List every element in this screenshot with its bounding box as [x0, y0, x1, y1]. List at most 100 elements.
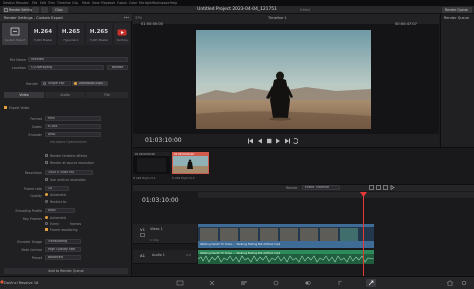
menu-item[interactable]: Color	[129, 1, 137, 5]
playhead-handle[interactable]	[360, 192, 367, 197]
media-page-icon[interactable]	[176, 280, 184, 286]
restrict-to-label: Restrict to	[50, 200, 67, 204]
menu-item[interactable]: Workspace	[152, 1, 169, 5]
single-clip-toggle[interactable]: Single clip	[41, 80, 71, 86]
encoder-usage-label: Encoder Usage	[17, 239, 42, 244]
render-settings-button[interactable]: Render Settings	[3, 7, 34, 13]
menu-item[interactable]: View	[92, 1, 100, 5]
preset-select[interactable]: Balanced	[45, 255, 81, 260]
clips-button[interactable]: Clips	[52, 7, 68, 13]
preset-h264-master[interactable]: H.264 H.264 Master	[30, 23, 56, 45]
track-id: A1	[140, 253, 146, 258]
edit-page-icon[interactable]	[240, 280, 248, 286]
zoom-level[interactable]: 37%	[135, 16, 142, 20]
codec-select[interactable]: H.264	[45, 124, 101, 129]
fairlight-page-icon[interactable]	[336, 280, 344, 286]
deliver-page-icon[interactable]	[366, 279, 376, 287]
location-label: Location	[12, 65, 26, 70]
quality-automatic-radio[interactable]	[45, 193, 48, 196]
preset-codec: H.264	[33, 29, 53, 35]
menu-item[interactable]: Fusion	[117, 1, 127, 5]
transport-controls[interactable]	[248, 138, 298, 144]
render-range-select[interactable]: Entire Timeline	[302, 185, 340, 190]
playhead[interactable]	[363, 192, 364, 276]
viewer-timecode: 01:03:10:00	[145, 137, 182, 144]
source-resolution-checkbox[interactable]	[45, 161, 48, 164]
video-frame[interactable]	[196, 30, 371, 129]
individual-clips-toggle[interactable]: Individual clips	[72, 80, 108, 86]
fusion-page-icon[interactable]	[272, 280, 280, 286]
rate-control-select[interactable]: High Quality VBR	[45, 247, 81, 252]
menu-item[interactable]: Trim	[48, 1, 55, 5]
render-settings-panel	[0, 14, 132, 276]
preset-youtube[interactable]: YouTube	[114, 23, 130, 45]
quality-automatic-label: Automatic	[50, 193, 67, 197]
tab-audio[interactable]: Audio	[45, 92, 85, 98]
file-name-input[interactable]: Untitled	[28, 57, 128, 62]
preset-h265-master[interactable]: H.265 H.265 Master	[86, 23, 112, 45]
clip-label: H.264 High L5.2	[172, 176, 195, 180]
resolution-select[interactable]: 1920 x 1080 HD	[45, 170, 93, 175]
preset-hyperdeck[interactable]: H.265 Hyperdeck	[58, 23, 84, 45]
keyframes-every-radio[interactable]	[45, 222, 48, 225]
timeline-tools[interactable]	[369, 185, 395, 190]
menu-item[interactable]: Fairlight	[139, 1, 152, 5]
timeline-ruler[interactable]	[198, 192, 474, 198]
audio-clip-name: Walking Death TV Video ... Walking Matin…	[200, 250, 281, 255]
tab-file[interactable]: File	[86, 92, 128, 98]
timeline-name[interactable]: Timeline 1	[268, 16, 287, 20]
menu-item[interactable]: Timeline	[57, 1, 71, 5]
more-options-icon[interactable]	[124, 16, 129, 19]
settings-gear-icon[interactable]	[460, 280, 468, 286]
preset-custom-export[interactable]: Custom Export	[2, 23, 28, 45]
track-id: V1	[140, 227, 146, 232]
browse-button[interactable]: Browse	[107, 65, 128, 70]
add-to-render-queue-button[interactable]: Add to Render Queue	[4, 268, 128, 274]
export-video-checkbox[interactable]	[4, 106, 7, 109]
menu-item[interactable]: Clip	[72, 1, 78, 5]
export-video-label: Export Video	[9, 106, 30, 110]
frame-reordering-checkbox[interactable]	[45, 228, 48, 231]
format-select[interactable]: MP4	[45, 116, 101, 121]
frame-rate-select[interactable]: 24	[45, 186, 69, 191]
vertical-resolution-checkbox[interactable]	[45, 178, 48, 181]
keyframes-automatic-radio[interactable]	[45, 216, 48, 219]
encoding-profile-select[interactable]: Auto	[45, 208, 75, 213]
clip-timecode: 01 00:00:00:00	[135, 152, 155, 156]
render-queue-toggle[interactable]: Render Queue	[442, 7, 472, 13]
encoder-select[interactable]: AMD	[45, 132, 101, 137]
menu-item[interactable]: Help	[170, 1, 177, 5]
home-icon[interactable]	[446, 280, 454, 286]
cut-page-icon[interactable]	[208, 280, 216, 286]
menu-item[interactable]: Playback	[101, 1, 115, 5]
menu-item[interactable]: File	[32, 1, 37, 5]
frame-rate-label: Frame rate	[23, 186, 42, 191]
location-input[interactable]: C:/Users/jbsg	[28, 65, 104, 70]
track-name: Video 1	[150, 227, 163, 231]
preset-codec: H.265	[61, 29, 81, 35]
render-range-label: Render	[286, 186, 298, 190]
restrict-to-radio[interactable]	[45, 200, 48, 203]
codec-label: Codec	[31, 124, 42, 129]
render-queue-title: Render Queue	[444, 16, 470, 20]
panel-toggle-button[interactable]	[32, 7, 39, 13]
color-page-icon[interactable]	[304, 280, 312, 286]
clip-label: H.264 High L3.1	[133, 176, 156, 180]
encoder-label: Encoder	[28, 132, 42, 137]
custom-export-icon	[10, 27, 20, 36]
preset-label: Preset	[31, 255, 42, 260]
track-lock-icon[interactable]	[140, 233, 145, 237]
timeline-effects-checkbox[interactable]	[45, 154, 48, 157]
menu-item[interactable]: Mark	[82, 1, 90, 5]
encoder-usage-select[interactable]: Transcoding	[45, 239, 81, 244]
render-queue-panel	[440, 14, 474, 147]
panel-toggle-button[interactable]	[41, 7, 48, 13]
individual-clips-label: Individual clips	[79, 80, 103, 85]
video-clip-name: Walking Death TV Video ... Walking Matin…	[200, 242, 281, 246]
menu-item[interactable]: Edit	[40, 1, 46, 5]
page-navigation-bar	[0, 276, 474, 289]
encoding-profile-label: Encoding Profile	[15, 208, 43, 213]
tab-video[interactable]: Video	[4, 92, 44, 98]
preset-label: H.265 Master	[89, 38, 109, 42]
menu-item[interactable]: DaVinci Resolve	[3, 1, 28, 5]
